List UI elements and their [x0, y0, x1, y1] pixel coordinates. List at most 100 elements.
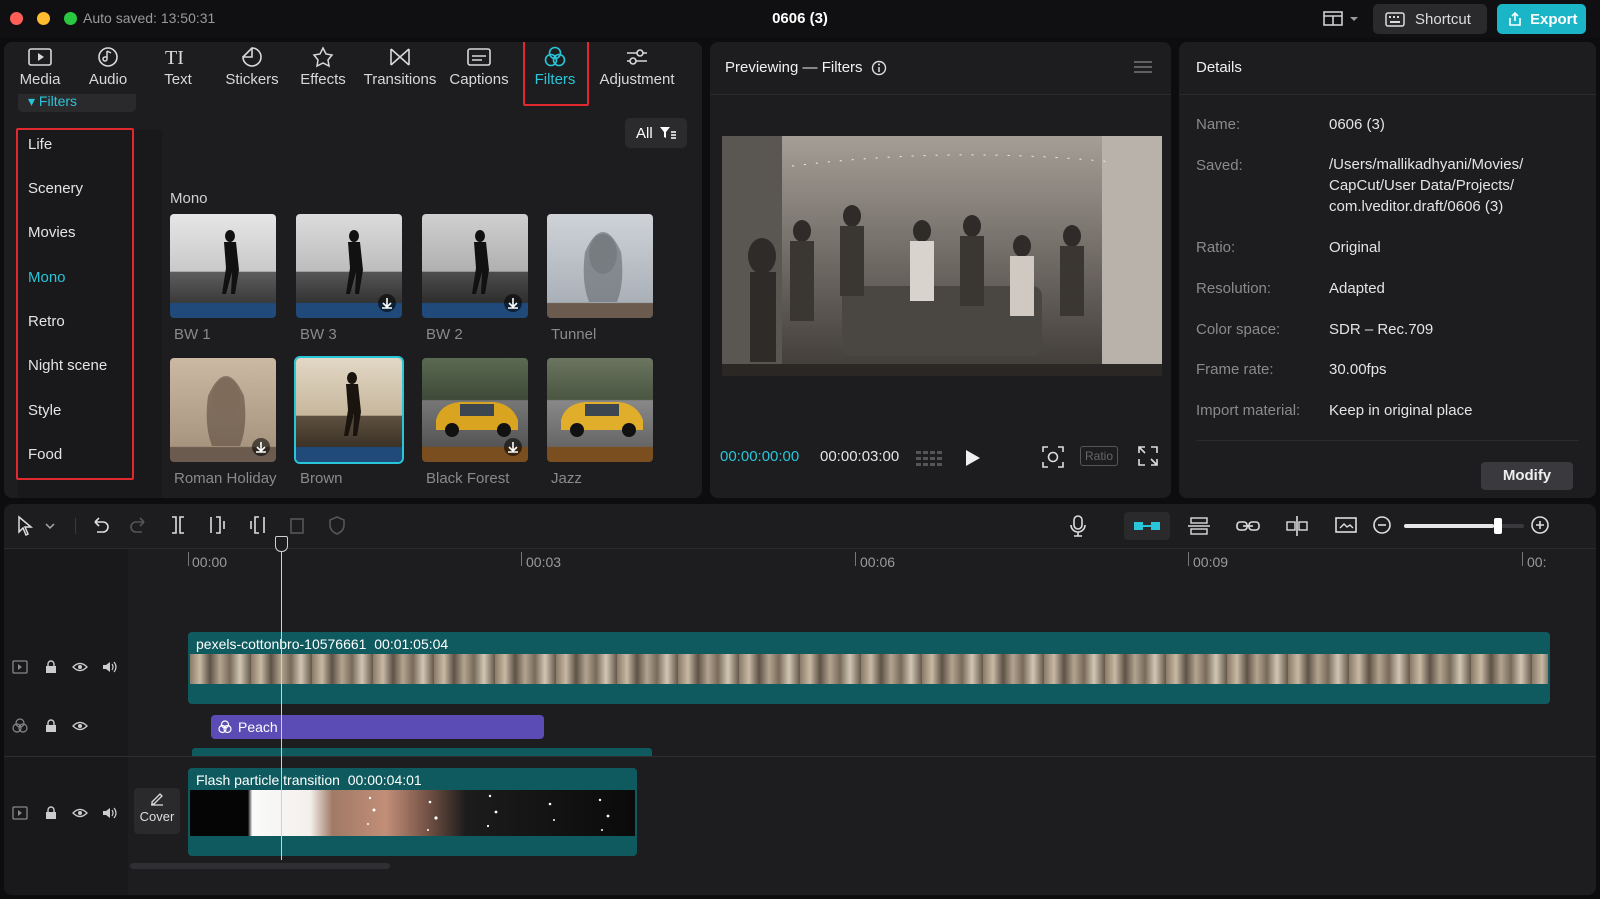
tab-captions[interactable]: Captions [446, 46, 512, 94]
taxi-image [561, 402, 643, 437]
download-icon[interactable] [252, 438, 270, 456]
tab-audio[interactable]: Audio [80, 46, 136, 94]
walker-silhouette [346, 230, 363, 294]
lock-icon[interactable] [44, 660, 58, 674]
edit-icon [151, 793, 163, 806]
tab-stickers[interactable]: Stickers [220, 46, 284, 94]
tab-transitions[interactable]: Transitions [360, 46, 440, 94]
detail-key-frame-rate: Frame rate: [1196, 361, 1274, 378]
zoom-slider[interactable] [1404, 518, 1524, 534]
filter-clip-peach[interactable]: Peach [211, 715, 544, 739]
ratio-button[interactable]: Ratio [1080, 446, 1118, 466]
filter-card-bw3[interactable] [294, 212, 404, 320]
filter-card-brown[interactable] [294, 356, 404, 464]
tab-text[interactable]: TI Text [150, 46, 206, 94]
details-panel: Details Name: 0606 (3) Saved: /Users/mal… [1179, 42, 1596, 498]
track-video-icon[interactable] [12, 806, 28, 820]
track-video-icon[interactable] [12, 660, 28, 674]
detail-value-resolution: Adapted [1329, 280, 1385, 297]
layout-icon[interactable] [1323, 11, 1359, 27]
filter-name: BW 2 [426, 326, 463, 343]
select-tool-icon[interactable] [16, 515, 56, 537]
export-button[interactable]: Export [1497, 4, 1586, 34]
playhead[interactable] [281, 540, 282, 860]
filter-card-jazz[interactable] [545, 356, 655, 464]
filter-card-bw2[interactable] [420, 212, 530, 320]
cover-button[interactable]: Cover [134, 788, 180, 834]
shield-icon[interactable] [327, 515, 347, 535]
lock-icon[interactable] [44, 806, 58, 820]
eye-icon[interactable] [72, 807, 88, 819]
screenshot-icon[interactable] [1042, 446, 1064, 468]
shortcut-button[interactable]: Shortcut [1373, 4, 1487, 34]
filters-breadcrumb[interactable]: ▾ Filters [18, 94, 136, 112]
eye-icon[interactable] [72, 720, 88, 732]
zoom-in-icon[interactable] [1530, 515, 1550, 535]
modify-button[interactable]: Modify [1481, 462, 1573, 490]
timeline-toolbar [4, 504, 1596, 548]
auto-snap-icon[interactable] [1187, 515, 1211, 537]
filter-card-tunnel[interactable] [545, 212, 655, 320]
download-icon[interactable] [504, 294, 522, 312]
thumbnail-toggle-icon[interactable] [1334, 515, 1358, 537]
fullscreen-icon[interactable] [1138, 446, 1158, 466]
time-ruler[interactable]: 00:00 00:03 00:06 00:09 00: [4, 548, 1596, 572]
preview-axis-icon[interactable] [1285, 515, 1309, 537]
zoom-slider-fill [1404, 524, 1494, 528]
detail-key-import: Import material: [1196, 402, 1301, 419]
tab-adjustment[interactable]: Adjustment [594, 46, 680, 94]
ruler-label: 00:06 [860, 554, 896, 570]
download-icon[interactable] [378, 294, 396, 312]
filter-card-bw1[interactable] [168, 212, 278, 320]
filter-all-dropdown[interactable]: All [625, 118, 687, 148]
download-icon[interactable] [504, 438, 522, 456]
toolbar-divider [75, 518, 76, 534]
trim-left-icon[interactable] [208, 515, 228, 535]
microphone-icon[interactable] [1068, 515, 1088, 537]
zoom-out-icon[interactable] [1372, 515, 1392, 535]
filter-card-black-forest[interactable] [420, 356, 530, 464]
video-preview[interactable] [722, 136, 1162, 376]
effects-icon [312, 46, 334, 68]
delete-icon[interactable] [287, 515, 307, 535]
waveform-toggle-icon[interactable] [916, 448, 944, 468]
detail-key-saved: Saved: [1196, 157, 1243, 174]
link-icon[interactable] [1236, 515, 1260, 537]
filters-tab-highlight [523, 42, 589, 106]
tab-effects[interactable]: Effects [294, 46, 352, 94]
undo-icon[interactable] [90, 515, 110, 535]
main-track-magnet-toggle[interactable] [1124, 512, 1170, 540]
speaker-icon[interactable] [102, 806, 118, 820]
speaker-icon[interactable] [102, 660, 118, 674]
lock-icon[interactable] [44, 719, 58, 733]
transition-clip[interactable]: Flash particle transition 00:00:04:01 [188, 768, 637, 856]
split-icon[interactable] [168, 515, 188, 535]
filter-name: Tunnel [551, 326, 597, 343]
timeline-scrollbar[interactable] [130, 863, 390, 869]
cover-label: Cover [139, 809, 175, 824]
tab-label: Transitions [363, 71, 437, 88]
redo-icon[interactable] [129, 515, 149, 535]
filter-card-roman-holiday[interactable] [168, 356, 278, 464]
preview-title: Previewing — Filters [725, 59, 863, 76]
info-icon[interactable] [871, 60, 887, 76]
media-panel: Media Audio TI Text Stickers Effects Tra… [4, 42, 702, 498]
main-video-clip[interactable]: pexels-cottonbro-10576661 00:01:05:04 [188, 632, 1550, 704]
tab-label: Text [164, 71, 192, 88]
walker-silhouette [472, 230, 489, 294]
walker-silhouette [344, 372, 361, 436]
eye-icon[interactable] [72, 661, 88, 673]
play-icon [966, 450, 980, 466]
hidden-clip-edge[interactable] [192, 748, 652, 756]
filter-name: Roman Holiday [174, 470, 277, 487]
zoom-slider-handle[interactable] [1493, 518, 1502, 534]
filter-track-icon[interactable] [12, 718, 28, 734]
play-button[interactable] [964, 448, 982, 468]
menu-icon[interactable] [1134, 60, 1152, 74]
tab-media[interactable]: Media [12, 46, 68, 94]
trim-right-icon[interactable] [247, 515, 267, 535]
details-title: Details [1196, 59, 1242, 76]
preview-header: Previewing — Filters [725, 59, 887, 76]
playhead-handle[interactable] [275, 536, 288, 552]
media-icon [28, 48, 52, 66]
